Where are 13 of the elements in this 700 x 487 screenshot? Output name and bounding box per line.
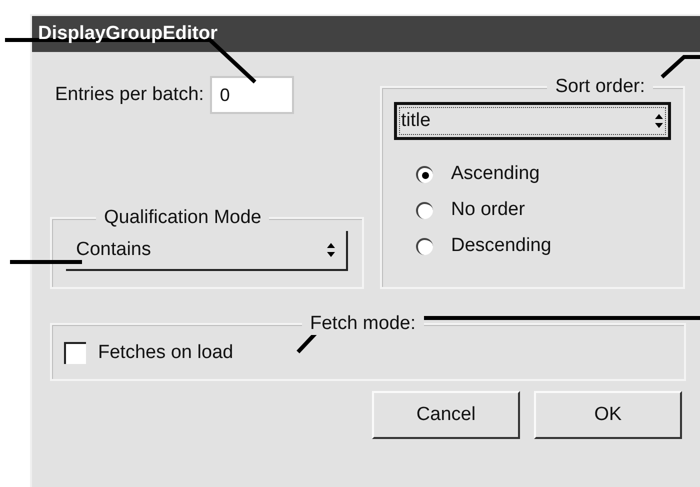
- dialog-button[interactable]: Cancel: [372, 391, 520, 439]
- entries-label: Entries per batch:: [55, 82, 204, 107]
- entries-input[interactable]: 0: [210, 76, 294, 114]
- group-label: Fetch mode:: [302, 313, 424, 335]
- window-title: DisplayGroupEditor: [38, 22, 218, 46]
- checkbox-label: Fetches on load: [98, 341, 234, 365]
- radio-label: Ascending: [451, 162, 540, 186]
- qualification-select[interactable]: Contains: [66, 231, 348, 271]
- sort-select[interactable]: title: [394, 102, 671, 140]
- group-label: Qualification Mode: [96, 207, 270, 229]
- dialog-button[interactable]: OK: [534, 391, 682, 439]
- radio-label: No order: [451, 198, 525, 222]
- radio-label: Descending: [451, 234, 552, 258]
